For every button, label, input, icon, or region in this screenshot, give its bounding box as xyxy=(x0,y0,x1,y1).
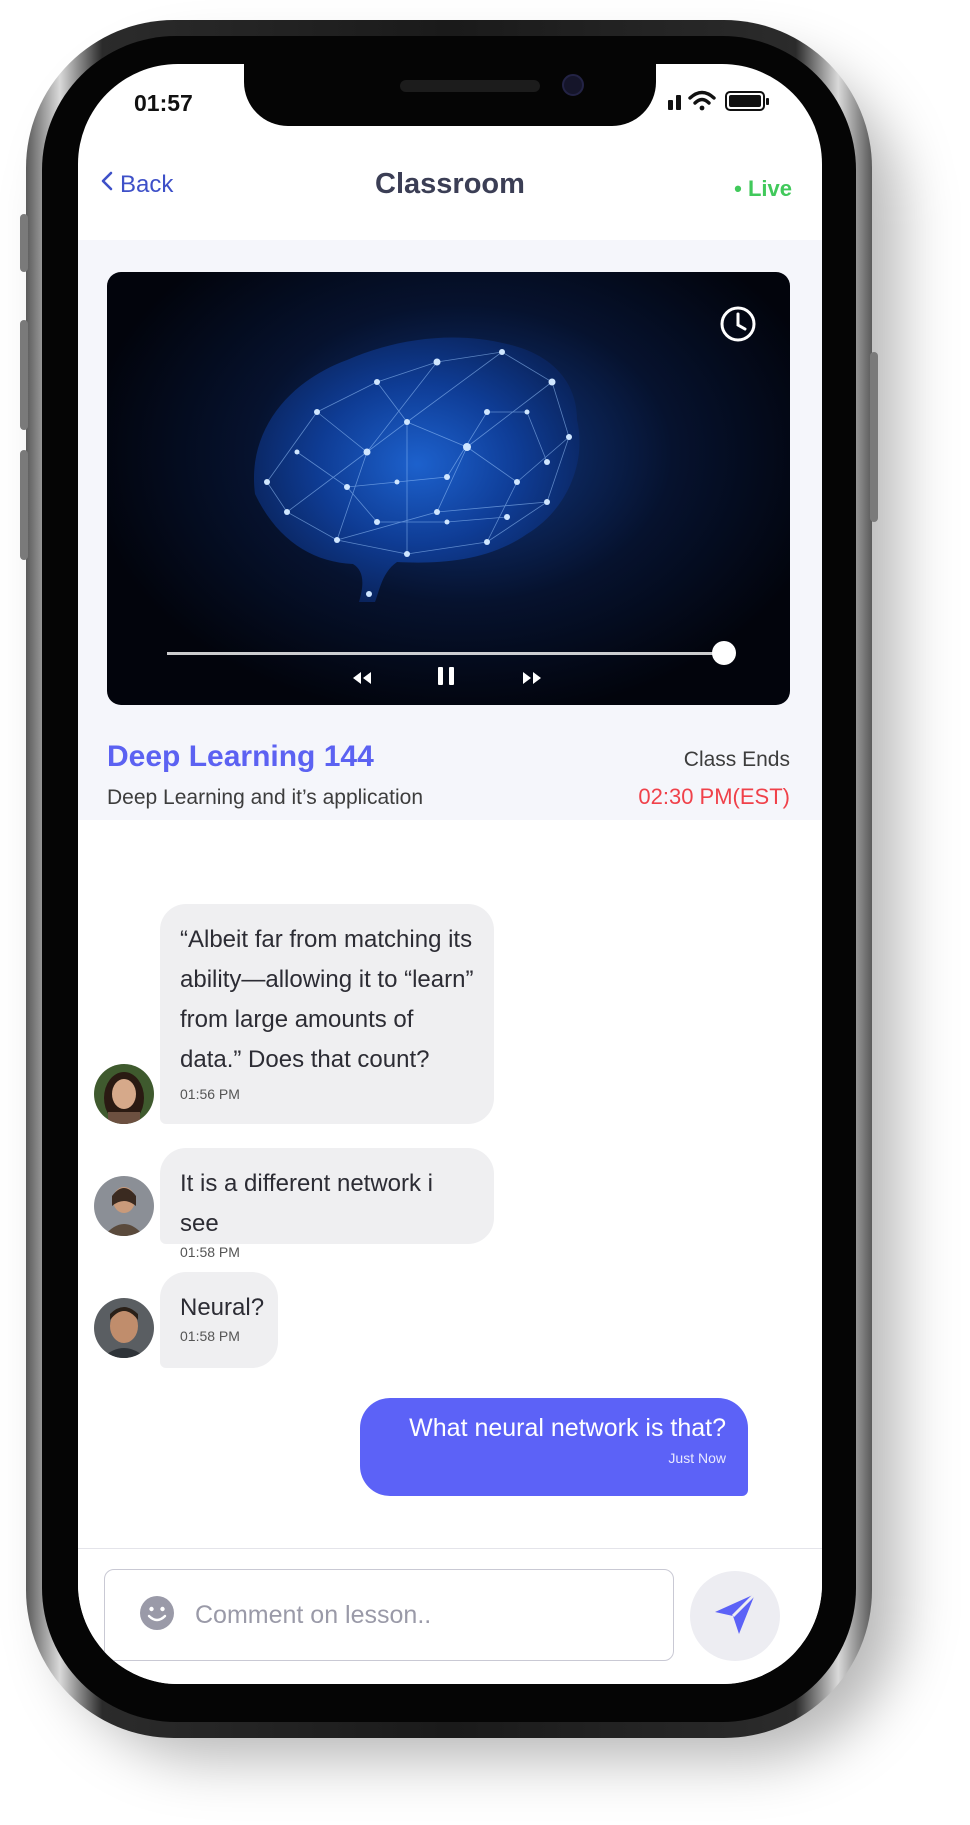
message-text: What neural network is that? xyxy=(409,1414,726,1442)
class-ends-time: 02:30 PM(EST) xyxy=(638,784,790,809)
nav-bar: Back Classroom • Live xyxy=(78,148,822,238)
send-button[interactable] xyxy=(690,1571,780,1661)
brain-network-image xyxy=(253,337,580,602)
volume-down-button xyxy=(20,450,28,560)
message-time: Just Now xyxy=(668,1450,726,1466)
mute-switch xyxy=(20,214,28,272)
chat-bubble: “Albeit far from matching its ability—al… xyxy=(160,904,494,1124)
avatar[interactable] xyxy=(94,1298,154,1358)
chat-bubble: It is a different network i see 01:58 PM xyxy=(160,1148,494,1260)
power-button xyxy=(870,352,878,522)
chat-bubble: Neural? 01:58 PM xyxy=(160,1272,278,1368)
avatar[interactable] xyxy=(94,1176,154,1236)
status-time: 01:57 xyxy=(134,90,193,116)
live-badge: • Live xyxy=(734,176,792,201)
volume-up-button xyxy=(20,320,28,430)
notch xyxy=(244,64,656,126)
message-time: 01:58 PM xyxy=(180,1328,240,1344)
video-progress-track[interactable] xyxy=(167,652,730,655)
signal-icon xyxy=(668,95,681,110)
pause-icon[interactable] xyxy=(435,664,457,693)
avatar[interactable] xyxy=(94,1064,154,1124)
message-text: “Albeit far from matching its ability—al… xyxy=(180,926,474,1073)
comment-composer xyxy=(78,1548,822,1684)
message-time: 01:56 PM xyxy=(180,1086,240,1102)
message-text: It is a different network i see xyxy=(180,1170,434,1237)
page-title: Classroom xyxy=(375,168,525,200)
comment-input-box[interactable] xyxy=(104,1569,674,1661)
wifi-icon xyxy=(688,90,716,111)
course-subtitle: Deep Learning and it’s application xyxy=(107,786,424,809)
phone-screen: 01:57 Back Classroom • Live Deep Learnin… xyxy=(78,64,822,1684)
rewind-icon[interactable] xyxy=(351,668,373,693)
fast-forward-icon[interactable] xyxy=(521,668,543,693)
front-camera xyxy=(562,74,584,96)
video-progress-knob[interactable] xyxy=(712,641,736,665)
emoji-icon[interactable] xyxy=(139,1595,175,1636)
send-icon xyxy=(709,1588,761,1645)
lesson-panel: Deep Learning 144 Deep Learning and it’s… xyxy=(78,240,822,820)
battery-icon xyxy=(725,91,769,111)
my-chat-bubble: What neural network is that? Just Now xyxy=(360,1398,748,1496)
message-time: 01:58 PM xyxy=(180,1244,240,1260)
message-text: Neural? xyxy=(180,1294,265,1321)
status-icons xyxy=(668,86,788,116)
class-ends-label: Class Ends xyxy=(683,748,790,771)
comment-input[interactable] xyxy=(193,1599,637,1631)
earpiece-speaker xyxy=(400,80,540,92)
course-title: Deep Learning 144 xyxy=(107,740,374,773)
clock-icon[interactable] xyxy=(718,304,758,349)
video-player[interactable] xyxy=(107,272,790,705)
